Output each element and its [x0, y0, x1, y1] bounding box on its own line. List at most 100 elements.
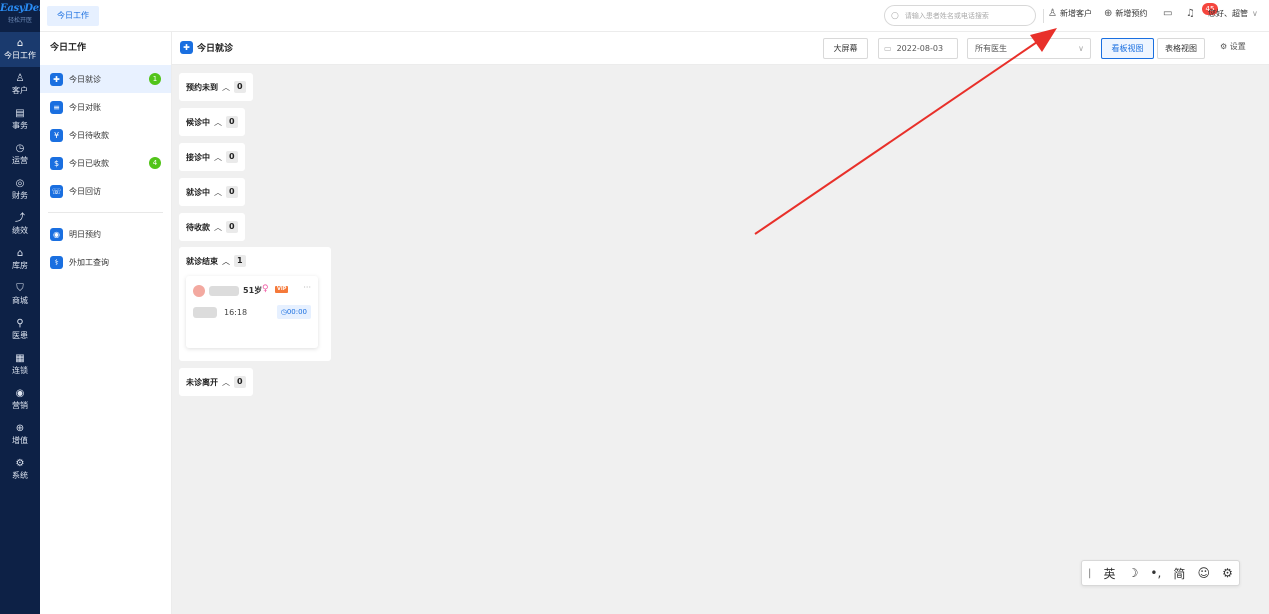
message-button[interactable]: ▭ [1163, 8, 1175, 19]
ime-language-toggle[interactable]: 英 [1103, 565, 1115, 582]
emoji-icon[interactable]: ☺ [1198, 566, 1211, 580]
logo-subtext: 轻松开医 [7, 17, 32, 24]
user-icon: ♙ [15, 73, 25, 84]
nav-item-label: 今日工作 [4, 51, 36, 60]
nav-item-today-work[interactable]: ⌂ 今日工作 [0, 32, 40, 67]
calendar-icon: ◉ [50, 227, 63, 241]
content-toolbar: ✚ 今日就诊 大屏幕 ▭ 2022-08-03 所有医生 ∨ 看板视图 表格视图 … [172, 32, 1269, 65]
sub-item-today-reconciliation[interactable]: ≡ 今日对账 [40, 93, 171, 121]
patient-search[interactable]: ○ [884, 5, 1036, 26]
group-count: 0 [226, 186, 238, 198]
big-screen-button[interactable]: 大屏幕 [823, 38, 868, 59]
doctor-select[interactable]: 所有医生 ∨ [967, 38, 1091, 59]
ime-simplified-toggle[interactable]: 简 [1173, 565, 1185, 582]
logo: EasyDent 轻松开医 [0, 0, 40, 32]
nav-item-finance[interactable]: ◎ 财务 [0, 172, 40, 207]
settings-button[interactable]: ⚙ 设置 [1220, 41, 1246, 52]
phone-icon: ☏ [50, 184, 63, 198]
tab-today-work[interactable]: 今日工作 [47, 6, 99, 26]
nav-item-doctor-patient[interactable]: ⚲ 医患 [0, 312, 40, 347]
date-picker[interactable]: ▭ 2022-08-03 [878, 38, 958, 59]
add-clock-icon: ⊕ [1104, 8, 1113, 19]
notification-button[interactable]: ♫ [1186, 8, 1198, 19]
group-label: 就诊结束 [186, 256, 218, 266]
sub-item-today-visits[interactable]: ✚ 今日就诊 1 [40, 65, 171, 93]
sub-nav-title: 今日工作 [50, 43, 87, 53]
avatar [193, 285, 205, 297]
nav-item-label: 增值 [12, 436, 28, 445]
nav-item-affairs[interactable]: ▤ 事务 [0, 102, 40, 137]
nav-item-marketing[interactable]: ◉ 营销 [0, 382, 40, 417]
logo-text: EasyDent [0, 3, 40, 14]
patient-card[interactable]: 51岁 ♀ VIP ··· 16:18 ◷00:00 [186, 276, 318, 348]
count-badge: 4 [149, 157, 161, 169]
group-header[interactable]: 就诊结束 ︿ 1 [186, 255, 246, 267]
user-greeting: 您好、超管 [1208, 9, 1248, 18]
chevron-up-icon[interactable]: ︿ [222, 377, 230, 388]
group-count: 0 [234, 376, 246, 388]
group-left-without-treatment[interactable]: 未诊离开 ︿ 0 [179, 368, 253, 396]
chevron-up-icon[interactable]: ︿ [214, 152, 222, 163]
blurred-patient-name [209, 286, 239, 296]
nav-item-value-added[interactable]: ⊕ 增值 [0, 417, 40, 452]
header-divider [1043, 9, 1044, 23]
moon-icon[interactable]: ☽ [1128, 566, 1139, 580]
money-bag-icon: ◎ [15, 178, 25, 189]
stethoscope-icon: ✚ [180, 41, 193, 54]
group-receiving[interactable]: 接诊中 ︿ 0 [179, 143, 245, 171]
search-input[interactable] [904, 11, 1023, 20]
blurred-doctor-name [193, 307, 217, 318]
nav-item-chain[interactable]: ▦ 连锁 [0, 347, 40, 382]
table-view-button[interactable]: 表格视图 [1157, 38, 1205, 59]
board-view-button[interactable]: 看板视图 [1101, 38, 1154, 59]
chevron-up-icon[interactable]: ︿ [214, 117, 222, 128]
user-menu[interactable]: 您好、超管 ∨ [1208, 8, 1258, 19]
sub-item-tomorrow-appointments[interactable]: ◉ 明日预约 [40, 220, 171, 248]
group-pending-payment[interactable]: 待收款 ︿ 0 [179, 213, 245, 241]
sub-item-label: 今日回访 [69, 186, 101, 196]
new-appointment-label: 新增预约 [1115, 9, 1148, 18]
list-icon: ≡ [50, 100, 63, 114]
more-icon[interactable]: ··· [303, 283, 311, 292]
chevron-up-icon[interactable]: ︿ [222, 256, 230, 267]
plus-circle-icon: ⊕ [15, 423, 25, 434]
vip-badge: VIP [275, 286, 289, 293]
nav-item-customers[interactable]: ♙ 客户 [0, 67, 40, 102]
group-visit-finished: 就诊结束 ︿ 1 51岁 ♀ VIP ··· 16:18 ◷00:00 [179, 247, 331, 361]
patient-age: 51岁 [243, 286, 263, 295]
punctuation-icon[interactable]: •, [1150, 566, 1161, 580]
nav-item-operations[interactable]: ◷ 运营 [0, 137, 40, 172]
sub-item-label: 今日待收款 [69, 130, 109, 140]
group-count: 0 [226, 116, 238, 128]
wallet-icon: $ [50, 156, 63, 170]
group-waiting[interactable]: 候诊中 ︿ 0 [179, 108, 245, 136]
calendar-icon: ▭ [884, 44, 892, 53]
group-label: 就诊中 [186, 187, 210, 197]
page-title: ✚ 今日就诊 [180, 41, 233, 54]
group-in-treatment[interactable]: 就诊中 ︿ 0 [179, 178, 245, 206]
nav-item-system[interactable]: ⚙ 系统 [0, 452, 40, 487]
gear-icon[interactable]: ⚙ [1222, 566, 1233, 580]
group-appointment-not-arrived[interactable]: 预约未到 ︿ 0 [179, 73, 253, 101]
document-icon: ▤ [15, 108, 25, 119]
warehouse-icon: ⌂ [16, 248, 24, 259]
home-icon: ⌂ [16, 38, 24, 49]
sub-item-today-pending-payment[interactable]: ¥ 今日待收款 [40, 121, 171, 149]
sub-item-outsourced-query[interactable]: ⚕ 外加工查询 [40, 248, 171, 276]
message-icon: ▭ [1163, 8, 1173, 19]
chevron-up-icon[interactable]: ︿ [214, 222, 222, 233]
main-nav: EasyDent 轻松开医 ⌂今日工作 ♙客户 ▤事务 ◷运营 ◎财务 ⤴绩效 … [0, 0, 40, 614]
nav-item-warehouse[interactable]: ⌂ 库房 [0, 242, 40, 277]
new-customer-button[interactable]: ♙ 新增客户 [1048, 8, 1092, 19]
group-label: 接诊中 [186, 152, 210, 162]
chevron-up-icon[interactable]: ︿ [214, 187, 222, 198]
date-value: 2022-08-03 [896, 44, 944, 53]
new-appointment-button[interactable]: ⊕ 新增预约 [1104, 8, 1147, 19]
nav-item-mall[interactable]: ⛉ 商城 [0, 277, 40, 312]
sub-item-today-paid[interactable]: $ 今日已收款 4 [40, 149, 171, 177]
chevron-up-icon[interactable]: ︿ [222, 82, 230, 93]
nav-item-performance[interactable]: ⤴ 绩效 [0, 207, 40, 242]
sub-item-today-follow-up[interactable]: ☏ 今日回访 [40, 177, 171, 205]
group-label: 预约未到 [186, 82, 218, 92]
chevron-down-icon: ∨ [1252, 9, 1258, 18]
